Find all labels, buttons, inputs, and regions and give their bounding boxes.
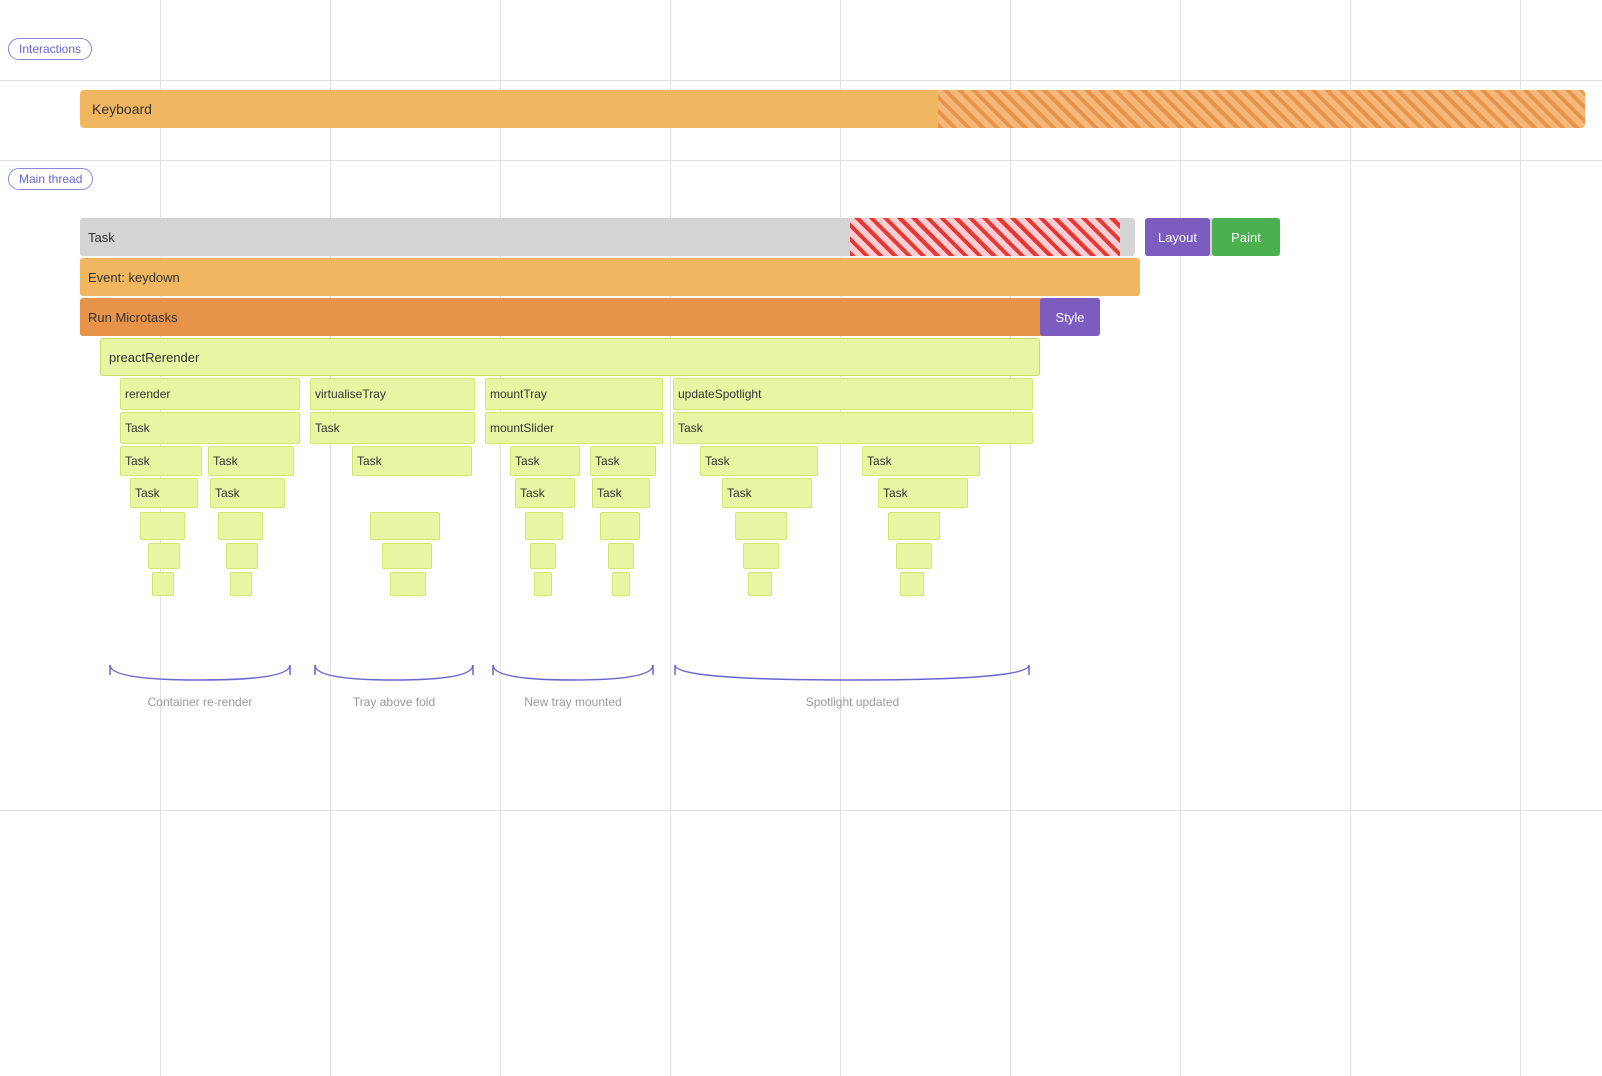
deep-2e [608, 543, 634, 569]
mount-slider-bar[interactable]: mountSlider [485, 412, 663, 444]
deep-2b [226, 543, 258, 569]
preact-rerender-bar[interactable]: preactRerender [100, 338, 1040, 376]
deep-2d [530, 543, 556, 569]
run-microtasks-bar[interactable]: Run Microtasks [80, 298, 1100, 336]
rerender-task-2[interactable]: Task [208, 446, 294, 476]
grid-line [330, 0, 331, 1076]
spotlight-subtask-1[interactable]: Task [722, 478, 812, 508]
spotlight-subtask-2[interactable]: Task [878, 478, 968, 508]
deep-2f [743, 543, 779, 569]
rerender-bar[interactable]: rerender [120, 378, 300, 410]
grid-line [840, 0, 841, 1076]
grid-line [670, 0, 671, 1076]
grid-line [1010, 0, 1011, 1076]
main-thread-label[interactable]: Main thread [8, 168, 93, 190]
h-divider-top [0, 80, 1602, 81]
grid-line [500, 0, 501, 1076]
deep-3c [390, 572, 426, 596]
deep-3e [612, 572, 630, 596]
deep-1g [888, 512, 940, 540]
timeline-container: Interactions Keyboard Main thread Task T… [0, 0, 1602, 1076]
spotlight-task-2[interactable]: Task [862, 446, 980, 476]
keyboard-hatch [938, 90, 1585, 128]
virtualise-task-1[interactable]: Task [352, 446, 472, 476]
paint-label-box[interactable]: Paint [1212, 218, 1280, 256]
mount-subtask-1[interactable]: Task [515, 478, 575, 508]
brace-spotlight-updated [665, 660, 1040, 690]
interactions-label[interactable]: Interactions [8, 38, 92, 60]
deep-1c [370, 512, 440, 540]
layout-label-box[interactable]: Layout [1145, 218, 1210, 256]
rerender-task[interactable]: Task [120, 412, 300, 444]
red-hatch-overlay [850, 218, 1120, 256]
annotation-spotlight-updated: Spotlight updated [665, 695, 1040, 709]
deep-2g [896, 543, 932, 569]
style-label-box[interactable]: Style [1040, 298, 1100, 336]
spotlight-task-1[interactable]: Task [700, 446, 818, 476]
rerender-task-1[interactable]: Task [120, 446, 202, 476]
deep-3g [900, 572, 924, 596]
grid-line [1180, 0, 1181, 1076]
deep-3d [534, 572, 552, 596]
annotation-tray-above-fold: Tray above fold [305, 695, 483, 709]
mount-tray-bar[interactable]: mountTray [485, 378, 663, 410]
virtualise-tray-task[interactable]: Task [310, 412, 475, 444]
grid-line [1350, 0, 1351, 1076]
mount-subtask-2[interactable]: Task [592, 478, 650, 508]
keyboard-bar[interactable]: Keyboard [80, 90, 1585, 128]
update-spotlight-bar[interactable]: updateSpotlight [673, 378, 1033, 410]
deep-1a [140, 512, 185, 540]
deep-3f [748, 572, 772, 596]
grid-line [1520, 0, 1521, 1076]
annotation-container-rerender: Container re-render [100, 695, 300, 709]
main-task-bar[interactable]: Task [80, 218, 1135, 256]
h-divider-bottom [0, 810, 1602, 811]
brace-tray-above-fold [305, 660, 483, 690]
event-keydown-bar[interactable]: Event: keydown [80, 258, 1140, 296]
mount-task-2[interactable]: Task [590, 446, 656, 476]
brace-new-tray-mounted [483, 660, 663, 690]
h-divider-mid [0, 160, 1602, 161]
deep-1d [525, 512, 563, 540]
rerender-subtask-1[interactable]: Task [130, 478, 198, 508]
deep-2c [382, 543, 432, 569]
virtualise-tray-bar[interactable]: virtualiseTray [310, 378, 475, 410]
rerender-subtask-2[interactable]: Task [210, 478, 285, 508]
annotation-new-tray-mounted: New tray mounted [483, 695, 663, 709]
mount-task-1[interactable]: Task [510, 446, 580, 476]
brace-container-rerender [100, 660, 300, 690]
deep-1e [600, 512, 640, 540]
deep-2a [148, 543, 180, 569]
deep-3b [230, 572, 252, 596]
deep-3a [152, 572, 174, 596]
deep-1f [735, 512, 787, 540]
deep-1b [218, 512, 263, 540]
update-spotlight-task[interactable]: Task [673, 412, 1033, 444]
